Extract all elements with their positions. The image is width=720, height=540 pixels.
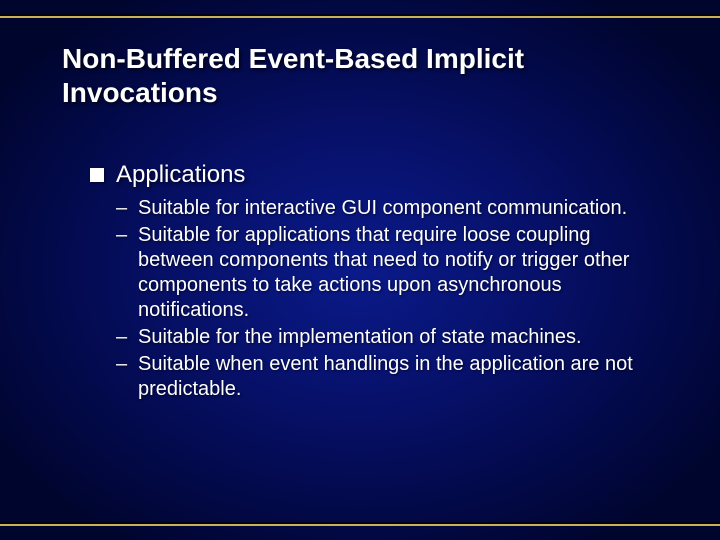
dash-bullet-icon: – (116, 223, 138, 248)
sub-bullet-text: Suitable for the implementation of state… (138, 325, 582, 350)
sub-bullet: – Suitable when event handlings in the a… (116, 352, 650, 402)
slide-title: Non-Buffered Event-Based Implicit Invoca… (62, 42, 658, 109)
sub-bullet: – Suitable for applications that require… (116, 223, 650, 323)
slide-body: Applications – Suitable for interactive … (90, 160, 650, 404)
dash-bullet-icon: – (116, 196, 138, 221)
sub-bullet: – Suitable for the implementation of sta… (116, 325, 650, 350)
dash-bullet-icon: – (116, 352, 138, 377)
sub-bullet-text: Suitable for applications that require l… (138, 223, 638, 323)
accent-line-bottom-gold (0, 524, 720, 526)
bullet-level1: Applications (90, 160, 650, 190)
sub-bullet-list: – Suitable for interactive GUI component… (116, 196, 650, 402)
sub-bullet-text: Suitable for interactive GUI component c… (138, 196, 627, 221)
square-bullet-icon (90, 168, 104, 182)
accent-line-top-gold (0, 16, 720, 18)
slide: Non-Buffered Event-Based Implicit Invoca… (0, 0, 720, 540)
sub-bullet: – Suitable for interactive GUI component… (116, 196, 650, 221)
dash-bullet-icon: – (116, 325, 138, 350)
bullet-level1-text: Applications (116, 160, 245, 190)
sub-bullet-text: Suitable when event handlings in the app… (138, 352, 638, 402)
